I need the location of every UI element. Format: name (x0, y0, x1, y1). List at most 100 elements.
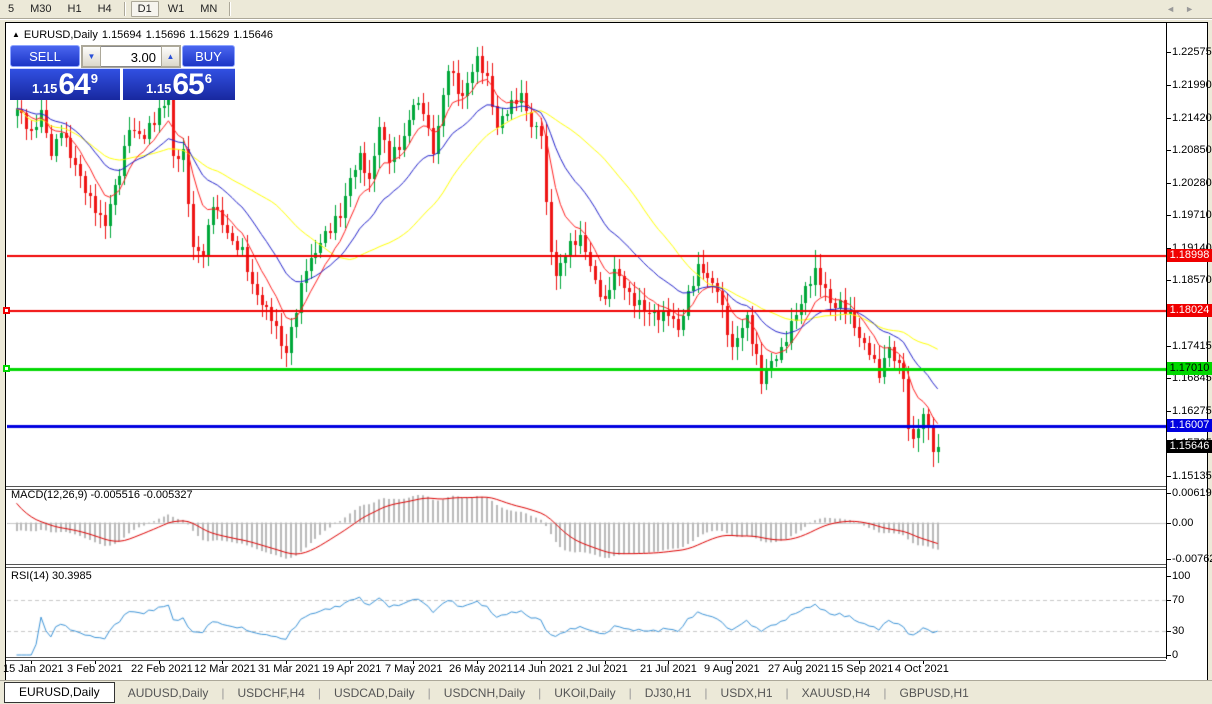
rsi-value: 30.3985 (51, 570, 92, 582)
axis-tick (1166, 600, 1171, 601)
trendline-handle[interactable] (3, 307, 10, 314)
timeframe-button-mn[interactable]: MN (193, 1, 224, 17)
axis-tick (1166, 476, 1171, 477)
price-tick-label: 1.15135 (1172, 470, 1212, 482)
chart-canvas[interactable] (7, 23, 1166, 658)
chart-tab-gbpusd[interactable]: GBPUSD,H1 (886, 683, 981, 703)
axis-tick (1166, 118, 1171, 119)
toolbar-separator (123, 2, 126, 16)
chart-tab-bar: EURUSD,Daily AUDUSD,Daily | USDCHF,H4 | USDCA… (0, 680, 1212, 704)
ohlc-close: 1.15646 (233, 29, 273, 41)
timeframe-button-5[interactable]: 5 (1, 1, 21, 17)
buy-price-base: 1.15 (146, 81, 172, 96)
date-label: 22 Feb 2021 (131, 663, 193, 675)
macd-axis-zero: 0.00 (1172, 517, 1194, 529)
sell-price-tile[interactable]: 1.15 64 9 (10, 68, 120, 100)
tab-scroll-arrows[interactable]: ◄► (1166, 4, 1204, 14)
axis-tick (1166, 150, 1171, 151)
date-label: 15 Jan 2021 (3, 663, 64, 675)
ohlc-low: 1.15629 (189, 29, 230, 41)
macd-rsi-splitter[interactable] (6, 564, 1166, 568)
date-label: 9 Aug 2021 (704, 663, 760, 675)
price-tick-label: 1.21420 (1172, 112, 1212, 124)
macd-axis-max: 0.006193 (1172, 487, 1212, 499)
chart-tab-ukoil[interactable]: UKOil,Daily (541, 683, 628, 703)
ohlc-open: 1.15694 (101, 29, 142, 41)
date-label: 14 Jun 2021 (513, 663, 574, 675)
one-click-trade-panel: SELL ▼ 3.00 ▲ BUY 1.15 64 9 1.15 65 6 (10, 45, 235, 100)
chart-tab-eurusd[interactable]: EURUSD,Daily (4, 682, 115, 703)
chart-tab-usdcnh[interactable]: USDCNH,Daily (431, 683, 538, 703)
rsi-axis-label: 100 (1172, 570, 1191, 582)
date-label: 21 Jul 2021 (640, 663, 697, 675)
date-label: 27 Aug 2021 (768, 663, 830, 675)
chart-symbol-label: EURUSD,Daily (23, 29, 98, 41)
sell-price-base: 1.15 (32, 81, 58, 96)
axis-tick (1166, 215, 1171, 216)
volume-control: ▼ 3.00 ▲ (81, 45, 181, 68)
volume-input[interactable]: 3.00 (101, 46, 161, 67)
timeframe-button-m30[interactable]: M30 (23, 1, 58, 17)
rsi-axis-label: 70 (1172, 594, 1185, 606)
sell-button[interactable]: SELL (10, 45, 80, 67)
chart-tab-usdx[interactable]: USDX,H1 (708, 683, 786, 703)
volume-decrease-button[interactable]: ▼ (82, 46, 101, 67)
axis-tick (1166, 85, 1171, 86)
axis-tick (1166, 280, 1171, 281)
price-marker-1.15646: 1.15646 (1167, 440, 1212, 453)
timeframe-button-d1[interactable]: D1 (130, 1, 159, 17)
rsi-label: RSI(14) 30.3985 (11, 570, 92, 582)
timeframe-toolbar: 5 M30 H1 H4 D1 W1 MN (0, 0, 1212, 19)
sell-price-main: 64 (58, 68, 90, 101)
ohlc-high: 1.15696 (145, 29, 186, 41)
chart-tab-dj30[interactable]: DJ30,H1 (632, 683, 705, 703)
rsi-name: RSI(14) (11, 570, 49, 582)
date-label: 2 Jul 2021 (577, 663, 628, 675)
axis-tick (1166, 411, 1171, 412)
date-label: 26 May 2021 (449, 663, 513, 675)
date-label: 3 Feb 2021 (67, 663, 123, 675)
trendline-handle[interactable] (3, 365, 10, 372)
date-label: 31 Mar 2021 (258, 663, 320, 675)
timeframe-button-h1[interactable]: H1 (61, 1, 89, 17)
axis-tick (1166, 631, 1171, 632)
price-tick-label: 1.16275 (1172, 405, 1212, 417)
date-label: 12 Mar 2021 (194, 663, 256, 675)
buy-price-main: 65 (172, 68, 204, 101)
date-label: 7 May 2021 (385, 663, 443, 675)
chart-tab-xauusd[interactable]: XAUUSD,H4 (789, 683, 884, 703)
buy-price-pip: 6 (204, 71, 212, 86)
price-tick-label: 1.21990 (1172, 79, 1212, 91)
tab-scroll-right-icon[interactable]: ► (1185, 4, 1204, 14)
macd-label: MACD(12,26,9) -0.005516 -0.005327 (11, 489, 193, 501)
collapse-triangle-icon[interactable]: ▲ (12, 30, 20, 39)
rsi-axis-label: 0 (1172, 649, 1179, 661)
macd-axis-min: -0.007621 (1172, 553, 1212, 565)
buy-button[interactable]: BUY (182, 45, 235, 67)
axis-tick (1166, 378, 1171, 379)
price-tick-label: 1.22575 (1172, 46, 1212, 58)
date-label: 19 Apr 2021 (322, 663, 382, 675)
price-marker-1.18024: 1.18024 (1167, 304, 1212, 317)
macd-name: MACD(12,26,9) (11, 489, 88, 501)
axis-tick (1166, 52, 1171, 53)
toolbar-separator (229, 2, 232, 16)
rsi-axis-label: 30 (1172, 625, 1185, 637)
tab-scroll-left-icon[interactable]: ◄ (1166, 4, 1185, 14)
axis-tick (1166, 493, 1171, 494)
chart-tab-usdcad[interactable]: USDCAD,Daily (321, 683, 428, 703)
buy-price-tile[interactable]: 1.15 65 6 (123, 68, 235, 100)
macd-value: -0.005516 (90, 489, 141, 501)
timeframe-button-w1[interactable]: W1 (161, 1, 192, 17)
chart-tab-audusd[interactable]: AUDUSD,Daily (115, 683, 222, 703)
axis-tick (1166, 523, 1171, 524)
date-label: 4 Oct 2021 (895, 663, 949, 675)
price-tick-label: 1.17415 (1172, 340, 1212, 352)
chart-tab-usdchf[interactable]: USDCHF,H4 (225, 683, 318, 703)
price-tick-label: 1.20850 (1172, 144, 1212, 156)
price-tick-label: 1.20280 (1172, 177, 1212, 189)
volume-increase-button[interactable]: ▲ (161, 46, 180, 67)
price-marker-1.16007: 1.16007 (1167, 419, 1212, 432)
timeframe-button-h4[interactable]: H4 (91, 1, 119, 17)
date-label: 15 Sep 2021 (831, 663, 894, 675)
